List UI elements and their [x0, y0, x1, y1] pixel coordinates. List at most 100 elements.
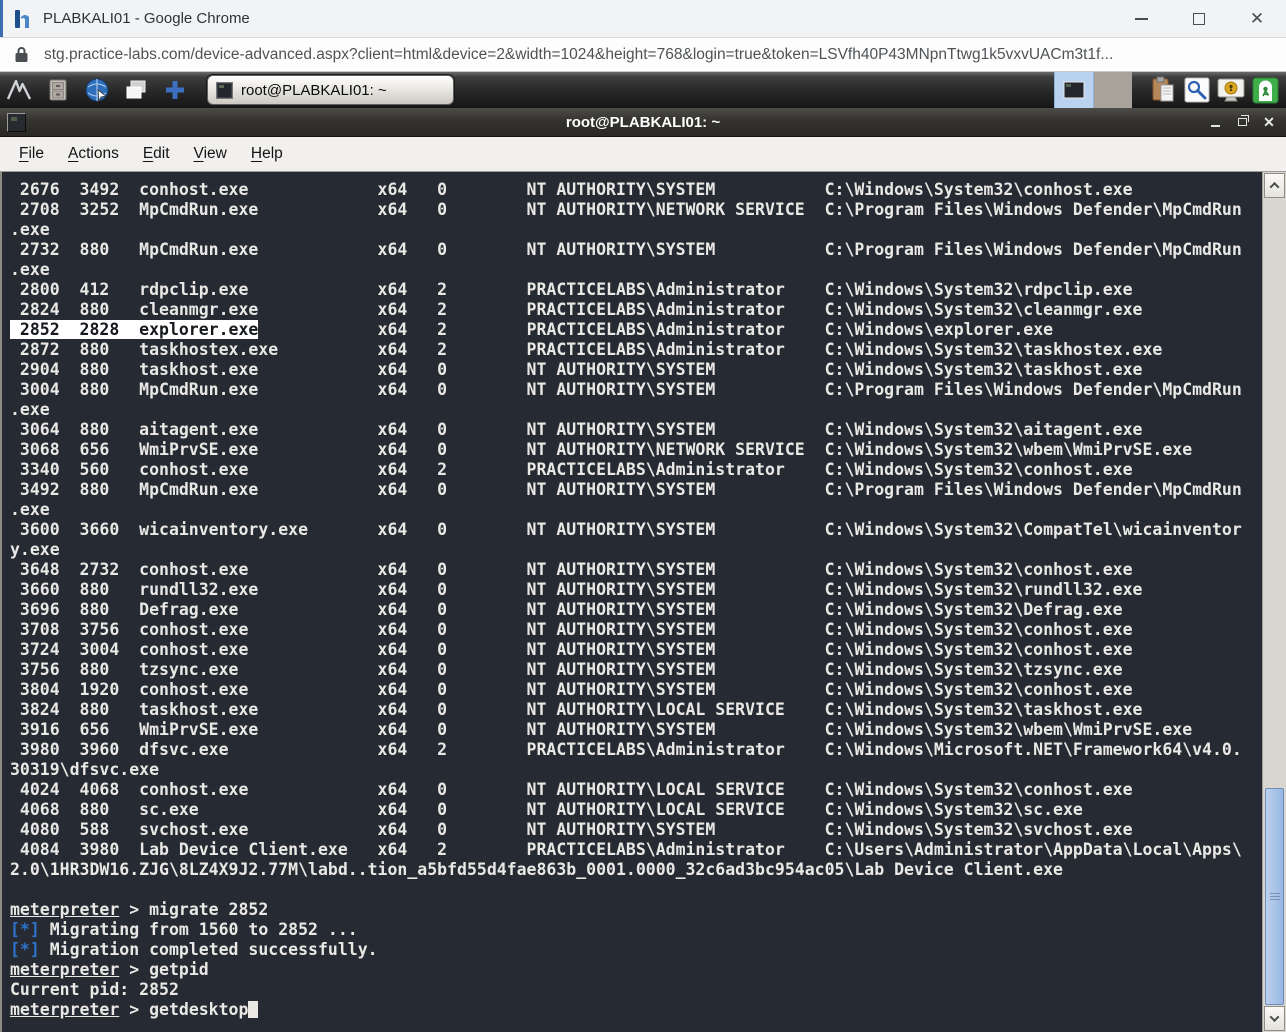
magnifier-icon	[1184, 77, 1210, 103]
terminal-line: 3916 656 WmiPrvSE.exe x64 0 NT AUTHORITY…	[10, 720, 1262, 740]
terminal-line: 2904 880 taskhost.exe x64 0 NT AUTHORITY…	[10, 360, 1262, 380]
terminal-line: .exe	[10, 400, 1262, 420]
terminal-restore-button[interactable]	[1232, 113, 1252, 131]
terminal-cursor	[248, 1001, 258, 1018]
terminal-tray-icon	[1063, 81, 1085, 99]
terminal-line: 3724 3004 conhost.exe x64 0 NT AUTHORITY…	[10, 640, 1262, 660]
system-tray	[1054, 72, 1282, 108]
minimize-button[interactable]	[1112, 0, 1170, 37]
terminal-line: 3004 880 MpCmdRun.exe x64 0 NT AUTHORITY…	[10, 380, 1262, 400]
terminal-line: 3804 1920 conhost.exe x64 0 NT AUTHORITY…	[10, 680, 1262, 700]
menu-item-view[interactable]: View	[194, 145, 227, 163]
terminal-line: 3660 880 rundll32.exe x64 0 NT AUTHORITY…	[10, 580, 1262, 600]
menu-item-edit[interactable]: Edit	[143, 145, 170, 163]
terminal-line: y.exe	[10, 540, 1262, 560]
terminal-window-controls: ✕	[1205, 113, 1279, 131]
web-browser-button[interactable]	[82, 75, 112, 105]
terminal-line: 2.0\1HR3DW16.ZJG\8LZ4X9J2.77M\labd..tion…	[10, 860, 1262, 880]
terminal-line: 3756 880 tzsync.exe x64 0 NT AUTHORITY\S…	[10, 660, 1262, 680]
maximize-button[interactable]	[1170, 0, 1228, 37]
file-manager-button[interactable]	[43, 75, 73, 105]
terminal-line: 3980 3960 dfsvc.exe x64 2 PRACTICELABS\A…	[10, 740, 1262, 760]
terminal-window-menu-icon[interactable]	[7, 113, 26, 132]
clipboard-button[interactable]	[1146, 72, 1180, 108]
menu-item-actions[interactable]: Actions	[68, 145, 119, 163]
close-icon: ✕	[1263, 115, 1275, 129]
terminal-icon	[216, 82, 233, 99]
terminal-output[interactable]: 2676 3492 conhost.exe x64 0 NT AUTHORITY…	[2, 172, 1262, 1032]
kali-logo-icon	[6, 78, 32, 102]
scrollbar-thumb[interactable]	[1265, 788, 1284, 1005]
terminal-line: meterpreter > getpid	[10, 960, 1262, 980]
terminal-menubar: File Actions Edit View Help	[0, 137, 1286, 172]
minimize-icon	[1135, 18, 1148, 20]
terminal-line: 3824 880 taskhost.exe x64 0 NT AUTHORITY…	[10, 700, 1262, 720]
taskbar-active-task[interactable]: root@PLABKALI01: ~	[207, 75, 454, 105]
terminal-line	[10, 880, 1262, 900]
terminal-line: 4068 880 sc.exe x64 0 NT AUTHORITY\LOCAL…	[10, 800, 1262, 820]
address-input[interactable]: stg.practice-labs.com/device-advanced.as…	[44, 46, 1113, 64]
terminal-line: .exe	[10, 500, 1262, 520]
logout-exit-icon	[1252, 77, 1279, 104]
window-controls: ✕	[1112, 0, 1286, 37]
lock-screen-icon	[1216, 77, 1246, 104]
terminal-line: 3696 880 Defrag.exe x64 0 NT AUTHORITY\S…	[10, 600, 1262, 620]
show-windows-button[interactable]	[121, 75, 151, 105]
terminal-line: 4024 4068 conhost.exe x64 0 NT AUTHORITY…	[10, 780, 1262, 800]
site-favicon-icon	[14, 9, 32, 29]
terminal-line: 2800 412 rdpclip.exe x64 2 PRACTICELABS\…	[10, 280, 1262, 300]
terminal-line: 2824 880 cleanmgr.exe x64 2 PRACTICELABS…	[10, 300, 1262, 320]
terminal-tray-button[interactable]	[1054, 72, 1094, 108]
lock-screen-button[interactable]	[1214, 72, 1248, 108]
terminal-scrollbar[interactable]	[1262, 172, 1286, 1032]
magnifier-button[interactable]	[1180, 72, 1214, 108]
terminal-line: [*] Migration completed successfully.	[10, 940, 1262, 960]
terminal-line: meterpreter > getdesktop	[10, 1000, 1262, 1020]
windows-icon	[124, 78, 148, 102]
terminal-line: 2872 880 taskhostex.exe x64 2 PRACTICELA…	[10, 340, 1262, 360]
terminal-line: 3648 2732 conhost.exe x64 0 NT AUTHORITY…	[10, 560, 1262, 580]
terminal-minimize-button[interactable]	[1205, 113, 1225, 131]
terminal-close-button[interactable]: ✕	[1259, 113, 1279, 131]
add-workspace-button[interactable]	[160, 75, 190, 105]
terminal-line: 4080 588 svchost.exe x64 0 NT AUTHORITY\…	[10, 820, 1262, 840]
applications-menu-button[interactable]	[4, 75, 34, 105]
terminal-body: 2676 3492 conhost.exe x64 0 NT AUTHORITY…	[0, 172, 1286, 1032]
terminal-line: 4084 3980 Lab Device Client.exe x64 2 PR…	[10, 840, 1262, 860]
scroll-down-button[interactable]	[1264, 1006, 1285, 1031]
minimize-icon	[1211, 125, 1220, 127]
terminal-line: 2708 3252 MpCmdRun.exe x64 0 NT AUTHORIT…	[10, 200, 1262, 220]
restore-icon	[1238, 118, 1247, 126]
menu-item-help[interactable]: Help	[251, 145, 283, 163]
terminal-line: [*] Migrating from 1560 to 2852 ...	[10, 920, 1262, 940]
terminal-line: 3340 560 conhost.exe x64 2 PRACTICELABS\…	[10, 460, 1262, 480]
file-cabinet-icon	[47, 78, 69, 102]
chevron-down-icon	[1270, 1012, 1280, 1022]
terminal-line: .exe	[10, 220, 1262, 240]
terminal-window-title: root@PLABKALI01: ~	[0, 114, 1286, 131]
terminal-line: meterpreter > migrate 2852	[10, 900, 1262, 920]
terminal-line: 3600 3660 wicainventory.exe x64 0 NT AUT…	[10, 520, 1262, 540]
terminal-line: 3492 880 MpCmdRun.exe x64 0 NT AUTHORITY…	[10, 480, 1262, 500]
lock-icon[interactable]	[14, 46, 29, 63]
close-button[interactable]: ✕	[1228, 0, 1286, 37]
terminal-line: 3064 880 aitagent.exe x64 0 NT AUTHORITY…	[10, 420, 1262, 440]
address-bar: stg.practice-labs.com/device-advanced.as…	[0, 38, 1286, 72]
task-label: root@PLABKALI01: ~	[241, 82, 387, 99]
chevron-up-icon	[1270, 182, 1280, 192]
tray-spacer	[1094, 72, 1132, 108]
terminal-line: 3708 3756 conhost.exe x64 0 NT AUTHORITY…	[10, 620, 1262, 640]
globe-icon	[84, 77, 110, 103]
close-icon: ✕	[1250, 10, 1264, 27]
window-edge	[0, 0, 3, 37]
desktop-taskbar: root@PLABKALI01: ~	[0, 72, 1286, 108]
clipboard-icon	[1149, 76, 1177, 104]
terminal-line: 2852 2828 explorer.exe x64 2 PRACTICELAB…	[10, 320, 1262, 340]
scrollbar-grip	[1270, 891, 1280, 902]
scroll-up-button[interactable]	[1264, 173, 1285, 198]
menu-item-file[interactable]: File	[19, 145, 44, 163]
terminal-line: .exe	[10, 260, 1262, 280]
terminal-titlebar: root@PLABKALI01: ~ ✕	[0, 108, 1286, 137]
logout-button[interactable]	[1248, 72, 1282, 108]
plus-icon	[163, 78, 187, 102]
